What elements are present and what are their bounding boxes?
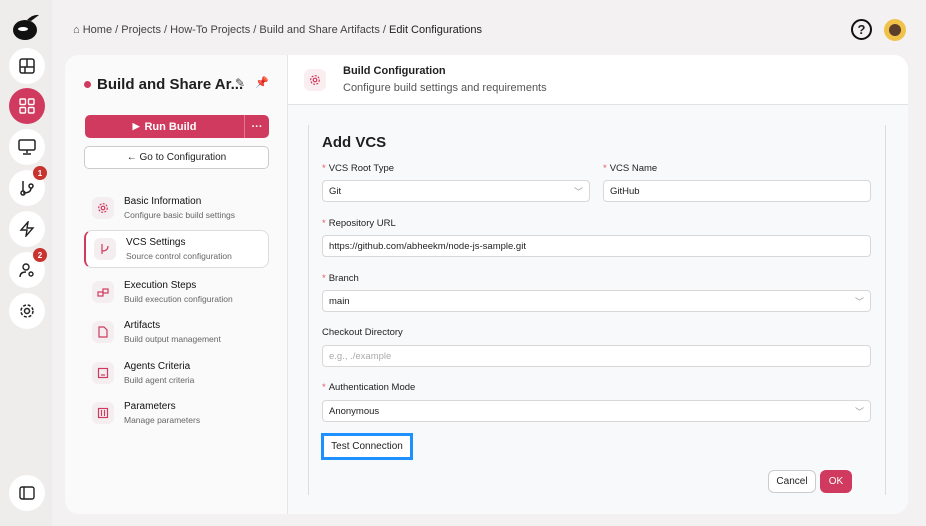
breadcrumb: ⌂ Home / Projects / How-To Projects / Bu…	[73, 24, 482, 36]
content-header: Build Configuration Configure build sett…	[288, 55, 908, 105]
nav-title: Agents Criteria	[124, 361, 191, 372]
breadcrumb-project[interactable]: Build and Share Artifacts	[259, 24, 379, 36]
gear-icon[interactable]	[9, 293, 45, 329]
nav-title: Basic Information	[124, 196, 202, 207]
lightning-icon[interactable]	[9, 211, 45, 247]
breadcrumb-howto[interactable]: How-To Projects	[170, 24, 250, 36]
breadcrumb-home[interactable]: Home	[83, 24, 112, 36]
cancel-button[interactable]: Cancel	[768, 470, 816, 493]
home-icon: ⌂	[73, 24, 80, 36]
nav-subtitle: Configure basic build settings	[124, 210, 236, 220]
chevron-down-icon: ﹀	[854, 297, 864, 307]
nav-agents-criteria[interactable]: Agents Criteria Build agent criteria	[84, 354, 269, 392]
branch-label: * Branch	[322, 273, 359, 284]
left-rail: 1 2	[0, 0, 52, 526]
pin-icon[interactable]: 📌	[255, 76, 269, 89]
run-build-button[interactable]: ▶ Run Build ···	[85, 115, 269, 138]
nav-subtitle: Build execution configuration	[124, 294, 233, 304]
nav-subtitle: Manage parameters	[124, 415, 201, 425]
nav-artifacts[interactable]: Artifacts Build output management	[84, 313, 269, 351]
vcs-badge: 1	[33, 166, 47, 180]
edit-icon[interactable]: ✎	[235, 76, 245, 90]
project-title: Build and Share Ar...	[97, 76, 244, 93]
monitor-icon[interactable]	[9, 129, 45, 165]
dashboard-icon[interactable]	[9, 48, 45, 84]
go-to-configuration-button[interactable]: ← Go to Configuration	[84, 146, 269, 169]
test-connection-button[interactable]: Test Connection	[321, 433, 413, 460]
authentication-mode-label: * Authentication Mode	[322, 382, 416, 393]
more-options-button[interactable]: ···	[244, 115, 269, 138]
vcs-name-input[interactable]: GitHub	[603, 180, 871, 202]
nav-parameters[interactable]: Parameters Manage parameters	[84, 394, 269, 432]
ok-button[interactable]: OK	[820, 470, 852, 493]
vcs-icon[interactable]: 1	[9, 166, 47, 206]
vcs-root-type-select[interactable]: Git ﹀	[322, 180, 590, 202]
nav-title: Parameters	[124, 401, 176, 412]
projects-icon[interactable]	[9, 88, 45, 124]
nav-subtitle: Source control configuration	[126, 251, 232, 261]
header-title: Build Configuration	[343, 65, 446, 77]
nav-title: Artifacts	[124, 320, 161, 331]
gear-icon	[92, 197, 114, 219]
branch-select[interactable]: main ﹀	[322, 290, 871, 312]
breadcrumb-current: Edit Configurations	[389, 24, 482, 36]
repository-url-input[interactable]: https://github.com/abheekm/node-js-sampl…	[322, 235, 871, 257]
nav-title: VCS Settings	[126, 237, 186, 248]
chevron-down-icon: ﹀	[573, 187, 583, 197]
header-subtitle: Configure build settings and requirement…	[343, 82, 547, 94]
agent-icon	[92, 362, 114, 384]
users-badge: 2	[33, 248, 47, 262]
repository-url-label: * Repository URL	[322, 218, 396, 229]
play-icon: ▶	[132, 121, 140, 131]
file-icon	[92, 321, 114, 343]
nav-basic-information[interactable]: Basic Information Configure basic build s…	[84, 189, 269, 227]
nav-execution-steps[interactable]: Execution Steps Build execution configura…	[84, 273, 269, 311]
avatar[interactable]	[884, 19, 906, 41]
nav-vcs-settings[interactable]: VCS Settings Source control configuration	[84, 230, 269, 268]
chevron-down-icon: ﹀	[854, 407, 864, 417]
content-area: Add VCS * VCS Root Type Git ﹀ * VCS Name Gi…	[288, 105, 908, 514]
vcs-root-type-label: * VCS Root Type	[322, 163, 395, 174]
branch-icon	[94, 238, 116, 260]
form-title: Add VCS	[322, 134, 387, 151]
run-build-label: Run Build	[144, 120, 197, 133]
add-vcs-form: Add VCS * VCS Root Type Git ﹀ * VCS Name Gi…	[308, 125, 886, 495]
vcs-name-label: * VCS Name	[603, 163, 658, 174]
user-settings-icon[interactable]: 2	[9, 248, 47, 288]
checkout-directory-input[interactable]: e.g., ./example	[322, 345, 871, 367]
steps-icon	[92, 281, 114, 303]
checkout-directory-label: Checkout Directory	[322, 327, 403, 338]
main-card: Build and Share Ar... ✎ 📌 ▶ Run Build ···…	[65, 55, 908, 514]
nav-subtitle: Build agent criteria	[124, 375, 195, 385]
nav-title: Execution Steps	[124, 280, 197, 291]
authentication-mode-select[interactable]: Anonymous ﹀	[322, 400, 871, 422]
project-sidebar: Build and Share Ar... ✎ 📌 ▶ Run Build ···…	[65, 55, 288, 514]
breadcrumb-projects[interactable]: Projects	[121, 24, 161, 36]
app-logo[interactable]	[11, 12, 41, 47]
status-dot	[84, 81, 91, 88]
sliders-icon	[92, 402, 114, 424]
nav-subtitle: Build output management	[124, 334, 221, 344]
gear-icon	[304, 69, 326, 91]
sidebar-toggle-icon[interactable]	[9, 475, 45, 511]
help-icon[interactable]: ?	[851, 19, 872, 40]
